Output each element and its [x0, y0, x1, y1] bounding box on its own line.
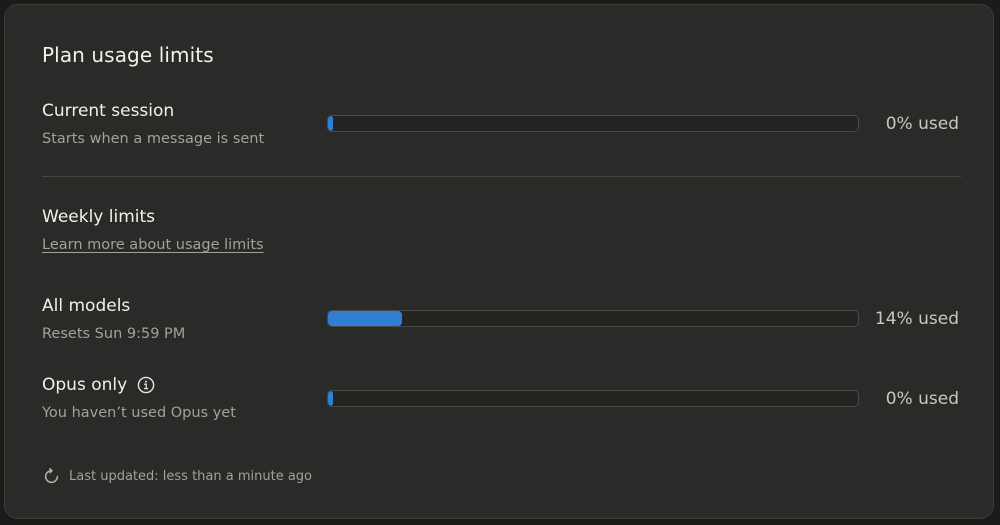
all-models-progress-fill — [328, 311, 402, 326]
all-models-used-label: 14% used — [874, 309, 959, 329]
current-session-title: Current session — [42, 101, 174, 121]
all-models-label: All models — [42, 296, 131, 316]
current-session-progress-bar — [327, 115, 859, 132]
current-session-subtitle: Starts when a message is sent — [42, 131, 265, 147]
last-updated-text: Last updated: less than a minute ago — [69, 469, 312, 484]
last-updated-row: Last updated: less than a minute ago — [42, 467, 312, 486]
weekly-limits-title: Weekly limits — [42, 207, 155, 227]
all-models-subtitle: Resets Sun 9:59 PM — [42, 326, 186, 342]
weekly-limits-label: Weekly limits — [42, 207, 156, 227]
usage-card: Plan usage limits Current session Starts… — [4, 4, 994, 519]
opus-only-progress-fill — [328, 391, 333, 406]
all-models-progress-bar — [327, 310, 859, 327]
current-session-used-label: 0% used — [885, 114, 959, 134]
page-title: Plan usage limits — [42, 43, 214, 67]
opus-only-used-label: 0% used — [885, 389, 959, 409]
opus-only-progress-bar — [327, 390, 859, 407]
learn-more-link[interactable]: Learn more about usage limits — [42, 237, 264, 253]
current-session-label: Current session — [42, 101, 175, 121]
weekly-limits-link-row: Learn more about usage limits — [42, 237, 264, 253]
refresh-icon[interactable] — [42, 467, 61, 486]
opus-only-label: Opus only — [42, 375, 128, 395]
info-circle-icon[interactable] — [137, 376, 155, 394]
section-divider — [42, 176, 961, 177]
opus-only-subtitle: You haven’t used Opus yet — [42, 405, 236, 421]
all-models-title: All models — [42, 296, 130, 316]
current-session-progress-fill — [328, 116, 333, 131]
opus-only-title: Opus only — [42, 375, 155, 395]
